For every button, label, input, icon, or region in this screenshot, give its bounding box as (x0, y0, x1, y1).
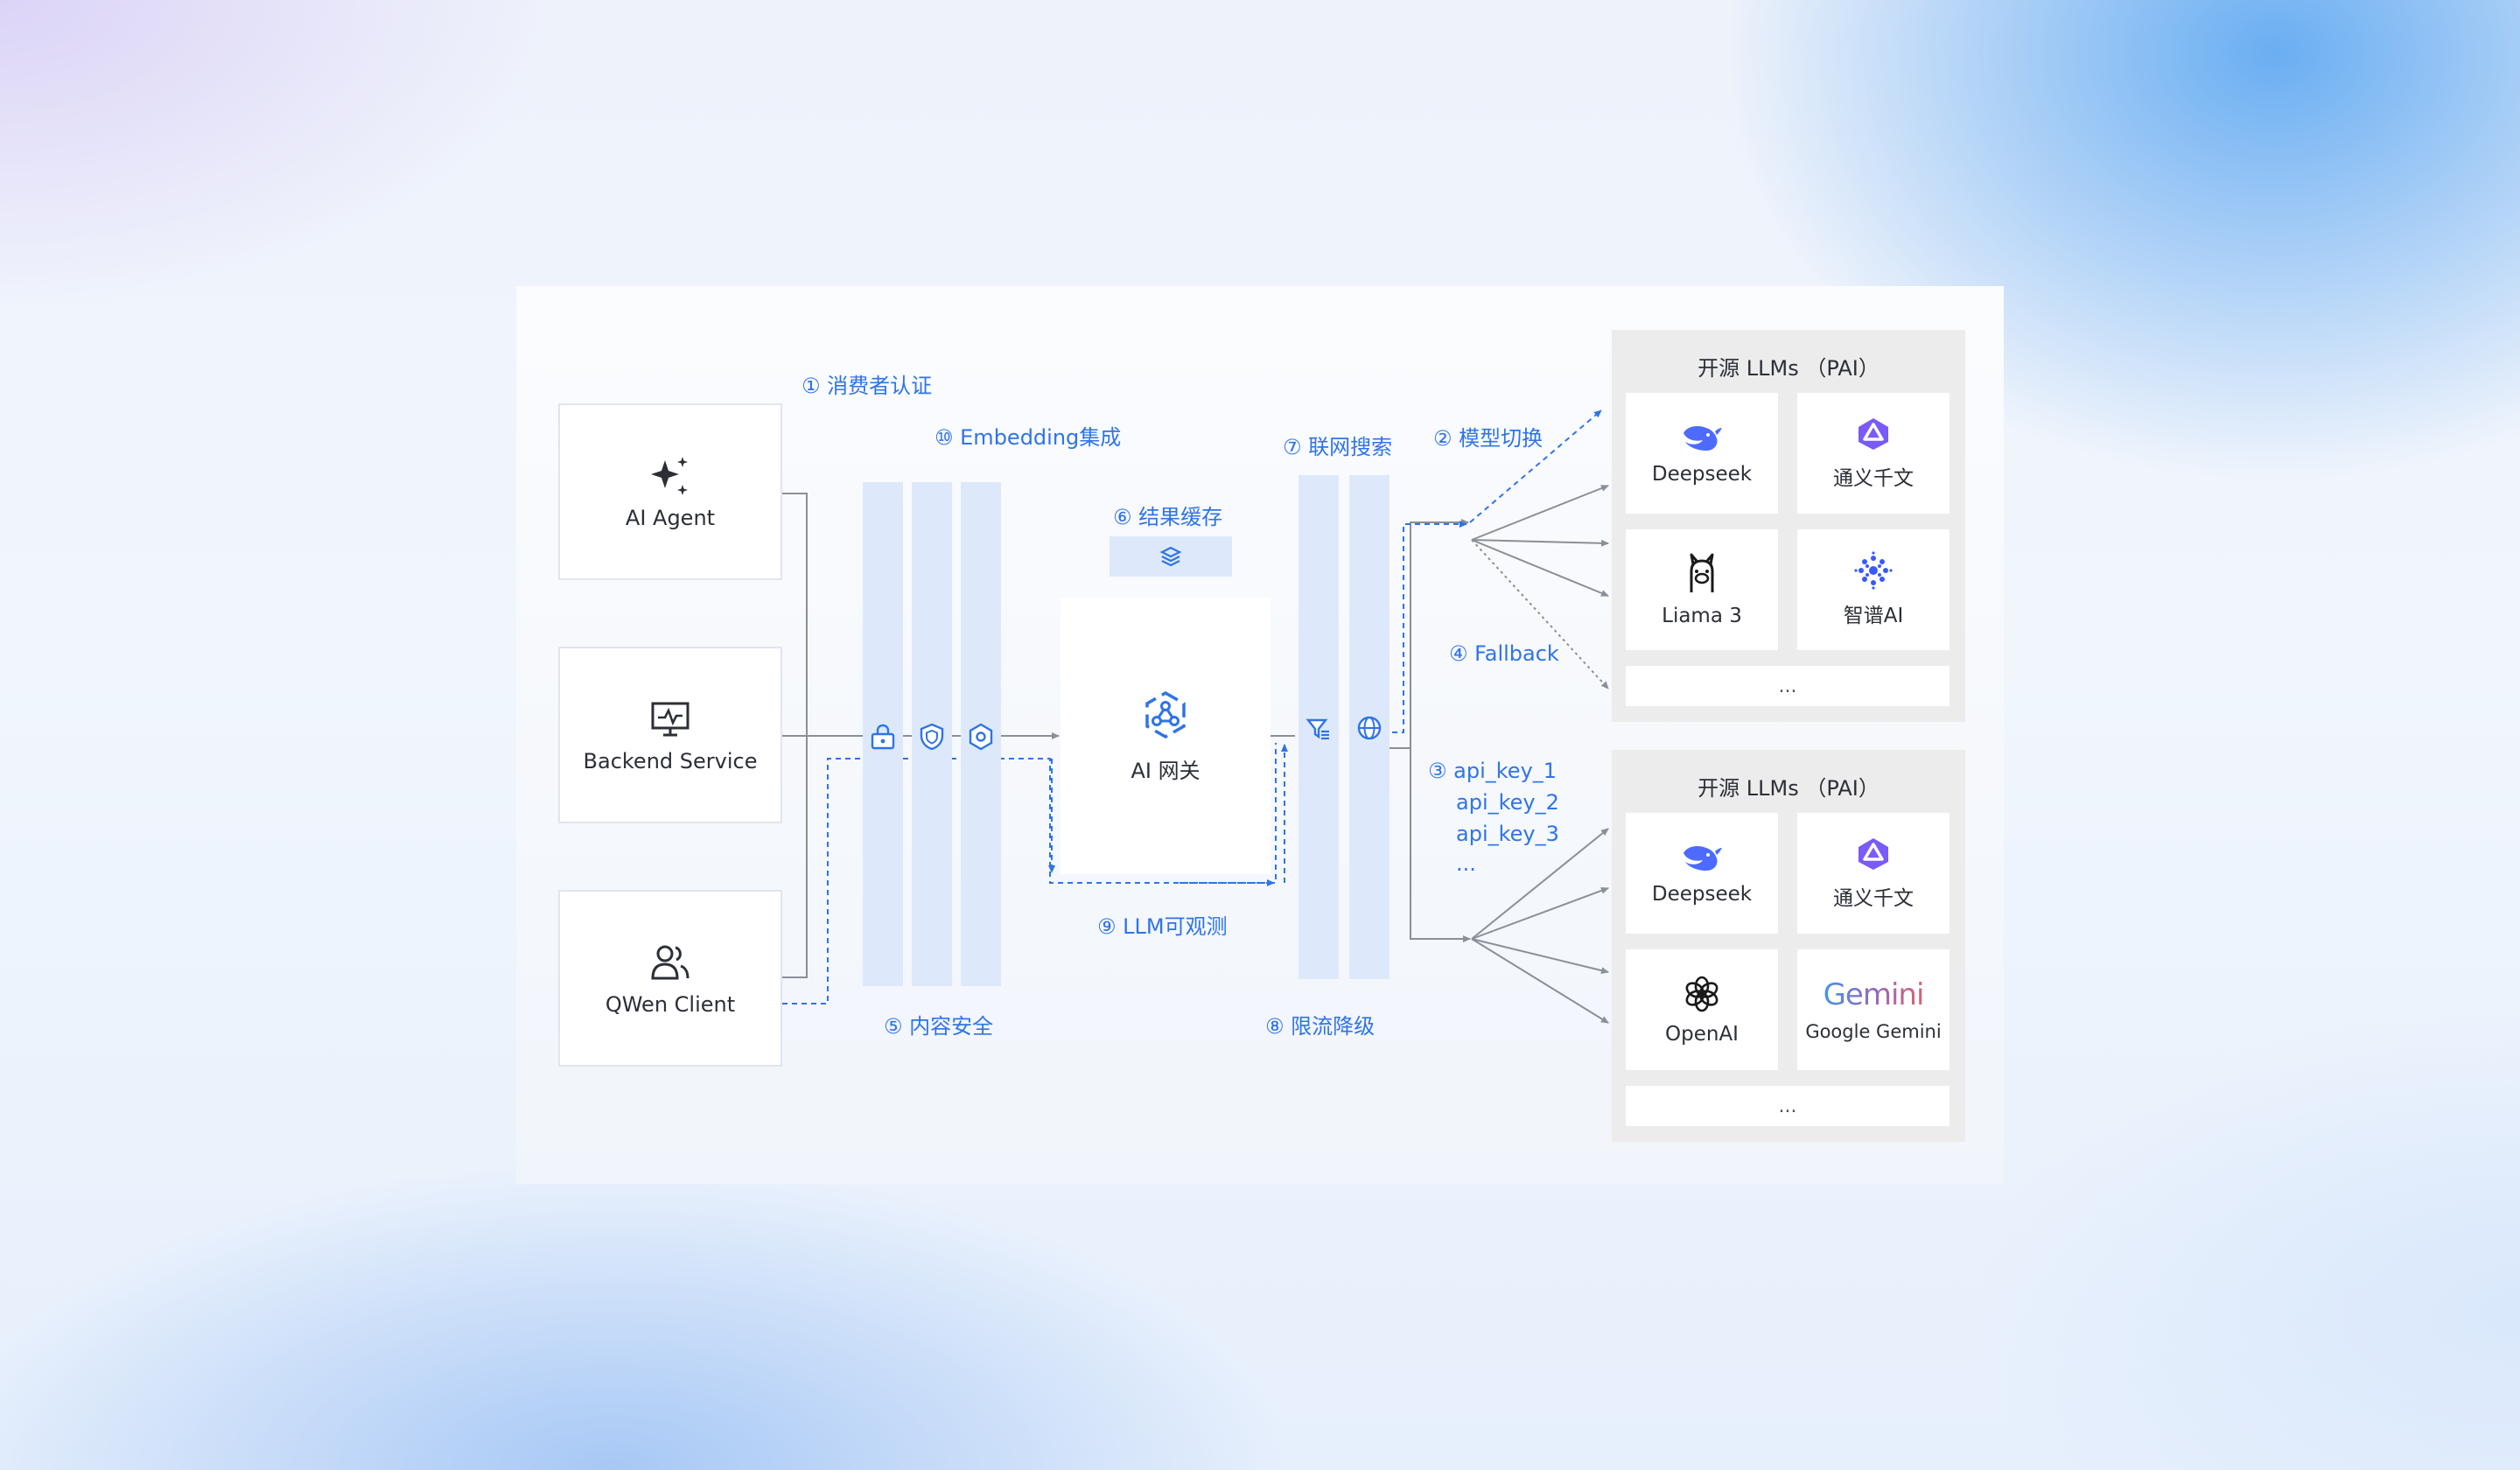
model-card-zhipu[interactable]: 智谱AI (1797, 529, 1950, 650)
model-group-title: 开源 LLMs （PAI） (1698, 776, 1880, 801)
deepseek-whale-icon (1684, 426, 1722, 451)
step-llm-observability: ⑨ LLM可观测 (1097, 914, 1228, 939)
step-api-key-3: api_key_3 (1456, 822, 1559, 846)
model-name: 智谱AI (1843, 605, 1904, 627)
qwen-icon (1858, 838, 1888, 870)
zhipu-icon (1854, 551, 1893, 590)
llama-icon (1690, 553, 1714, 592)
result-cache-box[interactable] (1110, 536, 1232, 577)
monitor-icon (651, 702, 690, 737)
architecture-panel: AI Agent Backend Service QWen Client AI … (516, 286, 2004, 1184)
model-group: 开源 LLMs （PAI） Deepseek 通义千文 (1612, 750, 1965, 1142)
step-web-search: ⑦ 联网搜索 (1283, 435, 1393, 459)
model-group-title: 开源 LLMs （PAI） (1698, 356, 1880, 381)
client-qwen[interactable]: QWen Client (558, 890, 782, 1067)
model-name: 通义千文 (1833, 887, 1914, 910)
gateway-label: AI 网关 (1130, 758, 1200, 783)
ai-gateway[interactable]: AI 网关 (1060, 598, 1270, 874)
client-label: QWen Client (605, 992, 736, 1017)
step-result-cache: ⑥ 结果缓存 (1113, 505, 1223, 529)
model-card-openai[interactable]: OpenAI (1626, 949, 1778, 1070)
model-card-llama[interactable]: Liama 3 (1626, 529, 1778, 650)
layers-icon (1159, 546, 1182, 567)
step-fallback: ④ Fallback (1449, 641, 1559, 666)
model-name: Liama 3 (1662, 605, 1742, 627)
filter-icon[interactable] (1304, 713, 1334, 743)
users-icon (651, 945, 690, 980)
model-name: Deepseek (1651, 883, 1753, 906)
globe-icon[interactable] (1354, 713, 1384, 743)
step-rate-limit: ⑧ 限流降级 (1265, 1014, 1376, 1039)
deepseek-whale-icon (1684, 846, 1722, 871)
gateway-icon (1145, 690, 1186, 738)
step-embedding: ⑩ Embedding集成 (934, 425, 1122, 450)
step-model-switch: ② 模型切换 (1433, 426, 1544, 451)
step-api-key-more: ... (1456, 851, 1476, 876)
qwen-icon (1858, 418, 1888, 450)
shield-icon[interactable] (917, 722, 947, 752)
model-card-deepseek[interactable]: Deepseek (1626, 393, 1778, 514)
model-card-gemini[interactable]: Gemini Google Gemini (1797, 949, 1950, 1070)
gemini-icon: Gemini (1823, 977, 1925, 1012)
lock-icon[interactable] (868, 722, 898, 752)
model-group: 开源 LLMs （PAI） Deepseek 通义千文 (1612, 330, 1965, 722)
step-api-key-2: api_key_2 (1456, 790, 1559, 815)
sparkle-icon (651, 457, 688, 495)
model-name: OpenAI (1665, 1023, 1739, 1046)
model-name: Deepseek (1651, 463, 1753, 486)
more-models[interactable]: ... (1626, 666, 1950, 706)
step-content-security: ⑤ 内容安全 (884, 1014, 994, 1039)
model-card-qwen[interactable]: 通义千文 (1797, 813, 1950, 934)
model-name: Google Gemini (1805, 1021, 1942, 1042)
model-name: 通义千文 (1833, 467, 1914, 490)
model-card-deepseek[interactable]: Deepseek (1626, 813, 1778, 934)
step-api-key-1: ③ api_key_1 (1428, 759, 1558, 783)
client-label: AI Agent (625, 506, 716, 530)
more-models[interactable]: ... (1626, 1086, 1950, 1126)
model-card-qwen[interactable]: 通义千文 (1797, 393, 1950, 514)
hexagon-settings-icon[interactable] (966, 722, 996, 752)
client-ai-agent[interactable]: AI Agent (558, 403, 782, 580)
openai-icon (1685, 976, 1718, 1012)
client-label: Backend Service (583, 749, 758, 774)
client-backend-service[interactable]: Backend Service (558, 647, 782, 823)
step-consumer-auth: ① 消费者认证 (802, 374, 933, 398)
